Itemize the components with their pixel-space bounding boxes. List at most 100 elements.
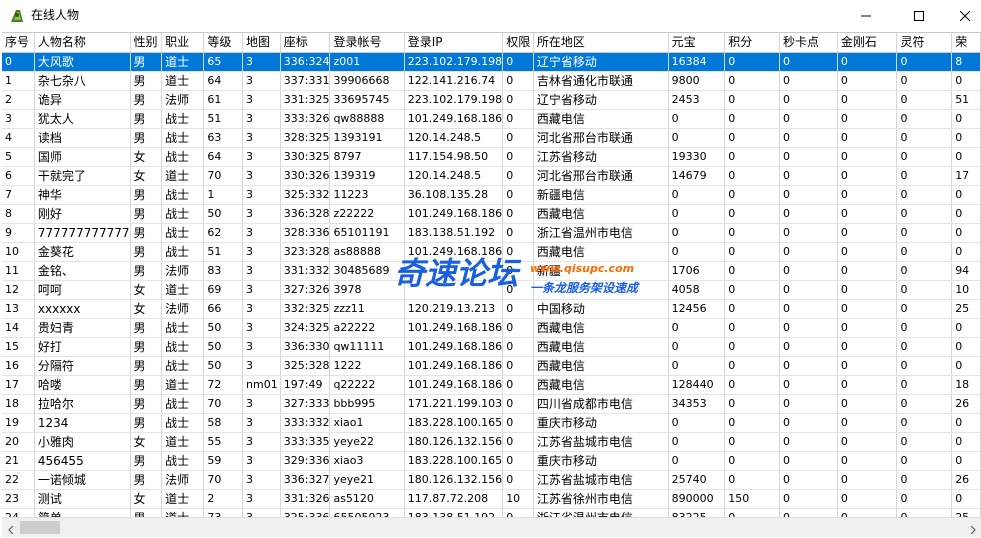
column-header[interactable]: 登录帐号	[329, 33, 405, 53]
table-row[interactable]: 12 呵呵女道士 69 3 327:326 3978 0 4058 0 0 0 0 10	[2, 280, 981, 300]
table-cell: 0	[502, 128, 534, 148]
table-cell: 3	[242, 280, 281, 300]
table-row[interactable]: 24简单男道士733325:33665505923183.138.51.1920…	[2, 508, 981, 517]
scroll-right-button[interactable]	[964, 518, 981, 538]
table-cell: 0	[896, 242, 953, 262]
table-cell: 3	[242, 508, 281, 517]
table-row[interactable]: 5 国师女战士 64 3 330:325 8797 117.154.98.50 0 江苏省移动 1…	[2, 147, 981, 167]
close-button[interactable]	[942, 0, 981, 31]
table-cell: 14	[2, 318, 35, 338]
column-header[interactable]: 秒卡点	[779, 33, 838, 53]
table-cell: 3	[242, 147, 281, 167]
table-cell: 0	[951, 242, 981, 262]
table-cell: 0	[502, 147, 534, 167]
table-cell: 好打	[34, 337, 131, 357]
table-cell: 0	[837, 337, 898, 357]
table-cell: 128440	[668, 375, 726, 395]
table-row[interactable]: 20 小雅肉女道士 55 3 333:335 yeye22 180.126.132.156 0…	[2, 432, 981, 452]
column-header[interactable]: 职业	[161, 33, 205, 53]
table-row[interactable]: 21 456455 男战士 59 3 329:336 xiao3 183.228.100.16…	[2, 451, 981, 471]
column-header[interactable]: 积分	[724, 33, 781, 53]
table-cell: 0	[724, 432, 781, 452]
column-header[interactable]: 地图	[242, 33, 281, 53]
column-header[interactable]: 荣	[951, 33, 981, 53]
table-cell: 21	[2, 451, 35, 471]
table-cell: 0	[502, 470, 534, 490]
maximize-button[interactable]	[896, 0, 942, 31]
column-header[interactable]: 序号	[2, 33, 35, 53]
table-cell: 19	[2, 413, 35, 433]
table-cell: 河北省邢台市联通	[533, 166, 669, 186]
column-header[interactable]: 等级	[203, 33, 244, 53]
table-cell: 323:328	[280, 242, 331, 262]
table-cell: 0	[896, 147, 953, 167]
column-header[interactable]: 所在地区	[533, 33, 669, 53]
player-list-grid[interactable]: 序号 人物名称 性别 职业 等级 地图 座标 登录帐号 登录IP 权限 所在地区 元宝 积分 秒卡点 金刚石…	[2, 32, 981, 517]
table-cell: 223.102.179.198	[404, 90, 504, 110]
table-row[interactable]: 6 干就完了女道士 70 3 330:326 139319 120.14.248.5 0 河北省…	[2, 166, 981, 186]
table-cell: 0	[779, 128, 838, 148]
table-row[interactable]: 1 杂七杂八男道士 64 3 337:331 39906668 122.141.216.74…	[2, 71, 981, 91]
table-row[interactable]: 17 哈喽男道士 72 nm01 197:49 q22222 101.249.168.186…	[2, 375, 981, 395]
table-cell: 6	[2, 166, 35, 186]
column-header[interactable]: 灵符	[896, 33, 953, 53]
table-cell: 0	[779, 280, 838, 300]
table-cell: 10	[2, 242, 35, 262]
table-cell: 325:336	[280, 508, 331, 517]
table-cell: 19330	[668, 147, 726, 167]
column-header[interactable]: 金刚石	[837, 33, 898, 53]
table-cell: 0	[724, 451, 781, 471]
table-row[interactable]: 2 诡异男法师 61 3 331:325 33695745 223.102.179.198 0…	[2, 90, 981, 110]
column-header[interactable]: 权限	[502, 33, 534, 53]
table-cell: 女	[130, 147, 163, 167]
column-header[interactable]: 性别	[130, 33, 163, 53]
table-cell: 男	[130, 204, 163, 224]
table-cell: 101.249.168.186	[404, 204, 504, 224]
table-row[interactable]: 0 大风歌男道士 65 3 336:324 z001 223.102.179.198 0 辽宁省…	[2, 52, 981, 72]
minimize-button[interactable]	[843, 0, 889, 31]
table-cell: 9	[2, 223, 35, 243]
column-header[interactable]: 登录IP	[404, 33, 504, 53]
table-cell: 3	[242, 71, 281, 91]
table-cell: 8797	[329, 147, 405, 167]
table-row[interactable]: 22 一诺倾城男法师 70 3 336:327 yeye21 180.126.132.156…	[2, 470, 981, 490]
table-cell: 浙江省温州市电信	[533, 223, 669, 243]
table-cell: 2	[203, 489, 244, 509]
table-row[interactable]: 13 xxxxxx 女法师 66 3 332:325 zzz11 120.219.13.213…	[2, 299, 981, 319]
scroll-left-button[interactable]	[2, 518, 19, 538]
column-header[interactable]: 人物名称	[34, 33, 131, 53]
table-cell: 0	[837, 451, 898, 471]
table-row[interactable]: 11 金铭、男法师 83 3 331:332 30485689 0 新疆 1706 0 0 0 0 94	[2, 261, 981, 281]
table-cell: 战士	[161, 223, 205, 243]
table-cell: 西藏电信	[533, 375, 669, 395]
table-row[interactable]: 15 好打男战士 50 3 336:330 qw11111 101.249.168.186 0…	[2, 337, 981, 357]
table-row[interactable]: 8 刚好男战士 50 3 336:328 z22222 101.249.168.186 0 西藏…	[2, 204, 981, 224]
table-row[interactable]: 16 分隔符男战士 50 3 325:328 1222 101.249.168.186 0 西藏…	[2, 356, 981, 376]
table-row[interactable]: 23 测试女道士 2 3 331:326 as5120 117.87.72.208 10 江苏省…	[2, 489, 981, 509]
table-row[interactable]: 3 犹太人男战士 51 3 333:326 qw88888 101.249.168.186 0…	[2, 109, 981, 129]
table-row[interactable]: 14 贵妇青男战士 50 3 324:325 a22222 101.249.168.186 0…	[2, 318, 981, 338]
table-row[interactable]: 9 777777777777 男战士 62 3 328:336 65101191 183.13…	[2, 223, 981, 243]
table-cell: 10	[502, 489, 534, 509]
table-cell: 70	[203, 166, 244, 186]
table-cell: 39906668	[329, 71, 405, 91]
table-cell: 贵妇青	[34, 318, 131, 338]
table-row[interactable]: 4 读档男战士 63 3 328:325 1393191 120.14.248.5 0 河北省邢…	[2, 128, 981, 148]
table-cell: 道士	[161, 375, 205, 395]
column-header[interactable]: 座标	[280, 33, 331, 53]
scrollbar-thumb[interactable]	[20, 521, 60, 534]
horizontal-scrollbar[interactable]	[2, 517, 981, 537]
column-header[interactable]: 元宝	[668, 33, 726, 53]
table-cell: 男	[130, 413, 163, 433]
table-row[interactable]: 18 拉哈尔男战士 70 3 327:333 bbb995 171.221.199.103 0…	[2, 394, 981, 414]
table-row[interactable]: 7 神华男战士 1 3 325:332 11223 36.108.135.28 0 新疆电信 0 0…	[2, 185, 981, 205]
table-row[interactable]: 10 金葵花男战士 51 3 323:328 as88888 101.249.168.186…	[2, 242, 981, 262]
table-cell: 男	[130, 394, 163, 414]
table-cell: 0	[951, 432, 981, 452]
table-cell: 0	[668, 223, 726, 243]
table-cell: 重庆市移动	[533, 413, 669, 433]
table-cell: 0	[951, 337, 981, 357]
table-cell: 0	[724, 356, 781, 376]
table-row[interactable]: 19 1234 男战士 58 3 333:332 xiao1 183.228.100.165 0…	[2, 413, 981, 433]
table-cell: 3	[242, 470, 281, 490]
